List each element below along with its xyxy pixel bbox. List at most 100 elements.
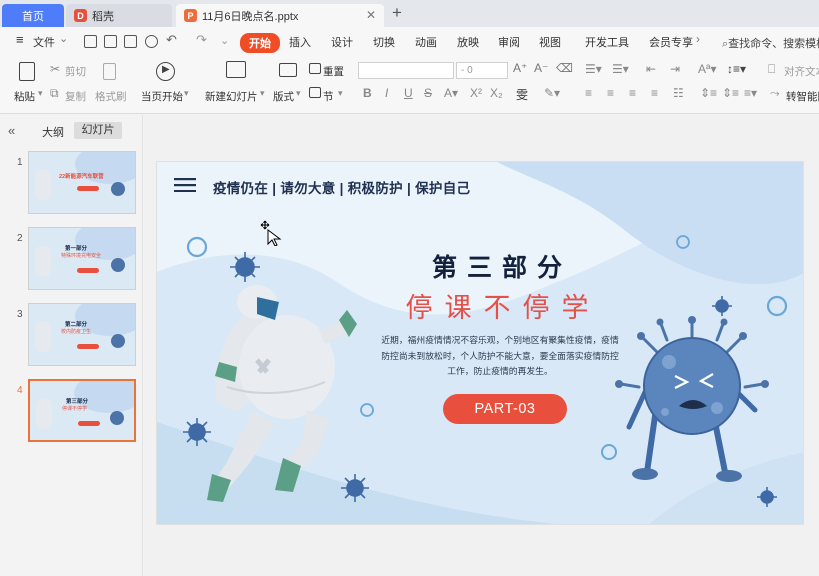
highlight-icon[interactable]: ✎▾ bbox=[544, 86, 560, 100]
thumbnail-title: 第三部分 bbox=[66, 399, 89, 405]
reset-icon bbox=[309, 63, 321, 74]
line-spacing-icon[interactable]: ↕≡▾ bbox=[727, 62, 746, 76]
menu-animation[interactable]: 动画 bbox=[415, 34, 437, 50]
body-line: 工作，防止疫情的再发生。 bbox=[447, 366, 553, 376]
distribute-icon[interactable]: ☷ bbox=[673, 86, 684, 100]
increase-font-icon[interactable]: A⁺ bbox=[513, 61, 527, 75]
search-commands[interactable]: ⌕查找命令、搜索模板 bbox=[722, 35, 819, 51]
reset-button[interactable]: 重置 bbox=[323, 64, 344, 79]
justify-icon[interactable]: ≡ bbox=[651, 86, 658, 100]
thumbnail-number: 2 bbox=[17, 233, 23, 244]
tab-daoke[interactable]: D 稻壳 bbox=[66, 4, 172, 27]
play-from-current-button[interactable]: 当页开始 bbox=[141, 89, 183, 104]
slide-thumbnail-3[interactable]: 第二部分 校内防疫卫生 bbox=[28, 303, 136, 366]
new-slide-button[interactable]: 新建幻灯片 bbox=[205, 89, 258, 104]
section-icon bbox=[309, 87, 321, 98]
close-icon[interactable]: ✕ bbox=[366, 8, 376, 22]
strikethrough-icon[interactable]: S bbox=[424, 86, 432, 100]
font-size-select[interactable]: - 0 bbox=[456, 62, 508, 79]
current-slide[interactable]: 疫情仍在 | 请勿大意 | 积极防护 | 保护自己 第三部分 停课不停学 近期，… bbox=[156, 161, 804, 525]
menu-file[interactable]: 文件 bbox=[33, 34, 55, 50]
copy-button[interactable]: 复制 bbox=[65, 89, 86, 104]
slide-body-text[interactable]: 近期，福州疫情情况不容乐观，个别地区有聚集性疫情，疫情 防控尚未到放松时，个人防… bbox=[369, 333, 631, 380]
menu-start[interactable]: 开始 bbox=[240, 33, 280, 53]
align-left-icon[interactable]: ≡ bbox=[585, 86, 592, 100]
text-effect-icon[interactable]: 雯 bbox=[516, 86, 528, 103]
subscript-icon[interactable]: X₂ bbox=[490, 86, 503, 100]
section-dropdown-icon[interactable]: ▾ bbox=[338, 88, 343, 99]
menu-view[interactable]: 视图 bbox=[539, 34, 561, 50]
slide-heading[interactable]: 第三部分 bbox=[407, 248, 597, 284]
layout-icon bbox=[279, 63, 297, 77]
bold-icon[interactable]: B bbox=[363, 86, 372, 100]
slide-thumbnail-2[interactable]: 第一部分 特殊环境充电安全 bbox=[28, 227, 136, 290]
underline-icon[interactable]: U bbox=[404, 86, 413, 100]
tab-slides[interactable]: 幻灯片 bbox=[74, 122, 122, 139]
format-painter-button[interactable]: 格式刷 bbox=[95, 89, 127, 104]
layout-dropdown-icon[interactable]: ▾ bbox=[296, 88, 301, 99]
decrease-font-icon[interactable]: A⁻ bbox=[534, 61, 548, 75]
layout-button[interactable]: 版式 bbox=[273, 89, 294, 104]
menu-review[interactable]: 审阅 bbox=[498, 34, 520, 50]
slide-title[interactable]: 疫情仍在 | 请勿大意 | 积极防护 | 保护自己 bbox=[213, 177, 470, 197]
menu-insert[interactable]: 插入 bbox=[289, 34, 311, 50]
thumbnail-number: 1 bbox=[17, 157, 23, 168]
menu-developer[interactable]: 开发工具 bbox=[585, 34, 629, 50]
print-preview-icon[interactable] bbox=[145, 35, 158, 48]
menu-transition[interactable]: 切换 bbox=[373, 34, 395, 50]
decrease-indent-icon[interactable]: ⇤ bbox=[646, 62, 656, 76]
tab-document[interactable]: P 11月6日晚点名.pptx ✕ bbox=[176, 4, 384, 27]
undo-icon[interactable]: ↶ bbox=[166, 32, 177, 48]
slide-subheading[interactable]: 停课不停学 bbox=[383, 286, 623, 325]
text-direction-icon[interactable]: Aª▾ bbox=[698, 62, 716, 76]
cut-button[interactable]: 剪切 bbox=[65, 64, 86, 79]
chevron-down-icon[interactable]: ⌄ bbox=[59, 32, 68, 45]
clear-format-icon[interactable]: ⌫ bbox=[556, 61, 573, 75]
superscript-icon[interactable]: X² bbox=[470, 86, 482, 100]
menu-slideshow[interactable]: 放映 bbox=[457, 34, 479, 50]
paragraph-settings-icon[interactable]: ≡▾ bbox=[744, 86, 757, 100]
smart-shape-icon: ⤳ bbox=[770, 86, 780, 100]
tab-outline[interactable]: 大纲 bbox=[42, 124, 64, 140]
tab-home[interactable]: 首页 bbox=[2, 4, 64, 27]
bullet-list-icon[interactable]: ☰▾ bbox=[585, 62, 602, 76]
menu-member[interactable]: 会员专享 bbox=[649, 34, 693, 50]
redo-icon[interactable]: ↷ bbox=[196, 32, 207, 48]
paste-icon[interactable] bbox=[19, 62, 35, 81]
ribbon-toolbar: 粘贴 ▾ ✂ 剪切 ⧉ 复制 格式刷 ▶ 当页开始 ▾ 新建幻灯片 ▾ 版式 ▾… bbox=[0, 56, 819, 114]
chevron-right-icon[interactable]: › bbox=[696, 32, 700, 46]
paragraph-spacing-icon[interactable]: ⇕≡ bbox=[722, 86, 739, 100]
collapse-panel-icon[interactable]: « bbox=[8, 123, 15, 138]
columns-icon[interactable]: ⇕≡ bbox=[700, 86, 717, 100]
menu-design[interactable]: 设计 bbox=[331, 34, 353, 50]
smart-shape-button[interactable]: 转智能图形 bbox=[786, 89, 819, 104]
save-icon[interactable] bbox=[84, 35, 97, 48]
align-text-button[interactable]: 对齐文本 bbox=[784, 64, 819, 79]
slide-thumbnail-1[interactable]: 22新能源汽车联营 bbox=[28, 151, 136, 214]
add-tab-icon[interactable]: + bbox=[392, 3, 402, 23]
slide-thumbnail-4[interactable]: 第三部分 停课不停学 bbox=[28, 379, 136, 442]
tab-home-label: 首页 bbox=[22, 10, 44, 23]
play-dropdown-icon[interactable]: ▾ bbox=[184, 88, 189, 99]
export-pdf-icon[interactable] bbox=[104, 35, 117, 48]
align-right-icon[interactable]: ≡ bbox=[629, 86, 636, 100]
font-name-select[interactable] bbox=[358, 62, 454, 79]
font-color-icon[interactable]: A▾ bbox=[444, 86, 458, 100]
italic-icon[interactable]: I bbox=[385, 86, 388, 100]
numbered-list-icon[interactable]: ☰▾ bbox=[612, 62, 629, 76]
align-center-icon[interactable]: ≡ bbox=[607, 86, 614, 100]
slide-hamburger-icon bbox=[174, 178, 196, 192]
more-icon[interactable]: ⌄ bbox=[220, 34, 229, 47]
thumbnail-subtitle: 特殊环境充电安全 bbox=[61, 253, 102, 259]
new-slide-dropdown-icon[interactable]: ▾ bbox=[260, 88, 265, 99]
font-size-value: 0 bbox=[467, 65, 473, 76]
print-icon[interactable] bbox=[124, 35, 137, 48]
hamburger-icon[interactable]: ≡ bbox=[16, 32, 24, 47]
paste-dropdown-icon[interactable]: ▾ bbox=[38, 88, 43, 99]
increase-indent-icon[interactable]: ⇥ bbox=[670, 62, 680, 76]
part-button[interactable]: PART-03 bbox=[443, 394, 567, 424]
menu-bar: ≡ 文件 ⌄ ↶ ↷ ⌄ 开始 插入 设计 切换 动画 放映 审阅 视图 开发工… bbox=[0, 27, 819, 56]
play-triangle-icon: ▶ bbox=[162, 64, 170, 75]
section-button[interactable]: 节 bbox=[323, 89, 334, 104]
paste-button[interactable]: 粘贴 bbox=[14, 89, 35, 104]
